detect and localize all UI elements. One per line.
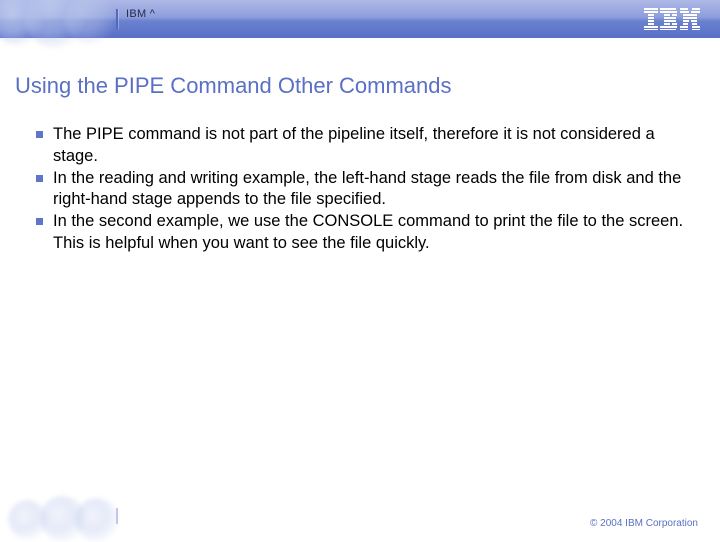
slide-title: Using the PIPE Command Other Commands	[0, 73, 720, 124]
header-decoration	[0, 0, 115, 38]
bullet-icon	[36, 218, 43, 225]
header-brand-label: IBM ^	[126, 8, 155, 20]
footer-decoration	[0, 498, 115, 540]
bullet-text: In the second example, we use the CONSOL…	[53, 211, 688, 255]
footer-divider	[116, 508, 118, 524]
footer-bar: © 2004 IBM Corporation	[0, 498, 720, 540]
list-item: In the reading and writing example, the …	[36, 168, 688, 212]
slide-content: Using the PIPE Command Other Commands Th…	[0, 38, 720, 255]
bullet-text: The PIPE command is not part of the pipe…	[53, 124, 688, 168]
copyright-text: © 2004 IBM Corporation	[590, 518, 698, 529]
bullet-icon	[36, 175, 43, 182]
ibm-logo-icon	[644, 8, 700, 30]
header-bar: IBM ^	[0, 0, 720, 38]
bullet-list: The PIPE command is not part of the pipe…	[0, 124, 720, 255]
bullet-icon	[36, 131, 43, 138]
bullet-text: In the reading and writing example, the …	[53, 168, 688, 212]
header-divider	[116, 9, 118, 29]
list-item: In the second example, we use the CONSOL…	[36, 211, 688, 255]
list-item: The PIPE command is not part of the pipe…	[36, 124, 688, 168]
